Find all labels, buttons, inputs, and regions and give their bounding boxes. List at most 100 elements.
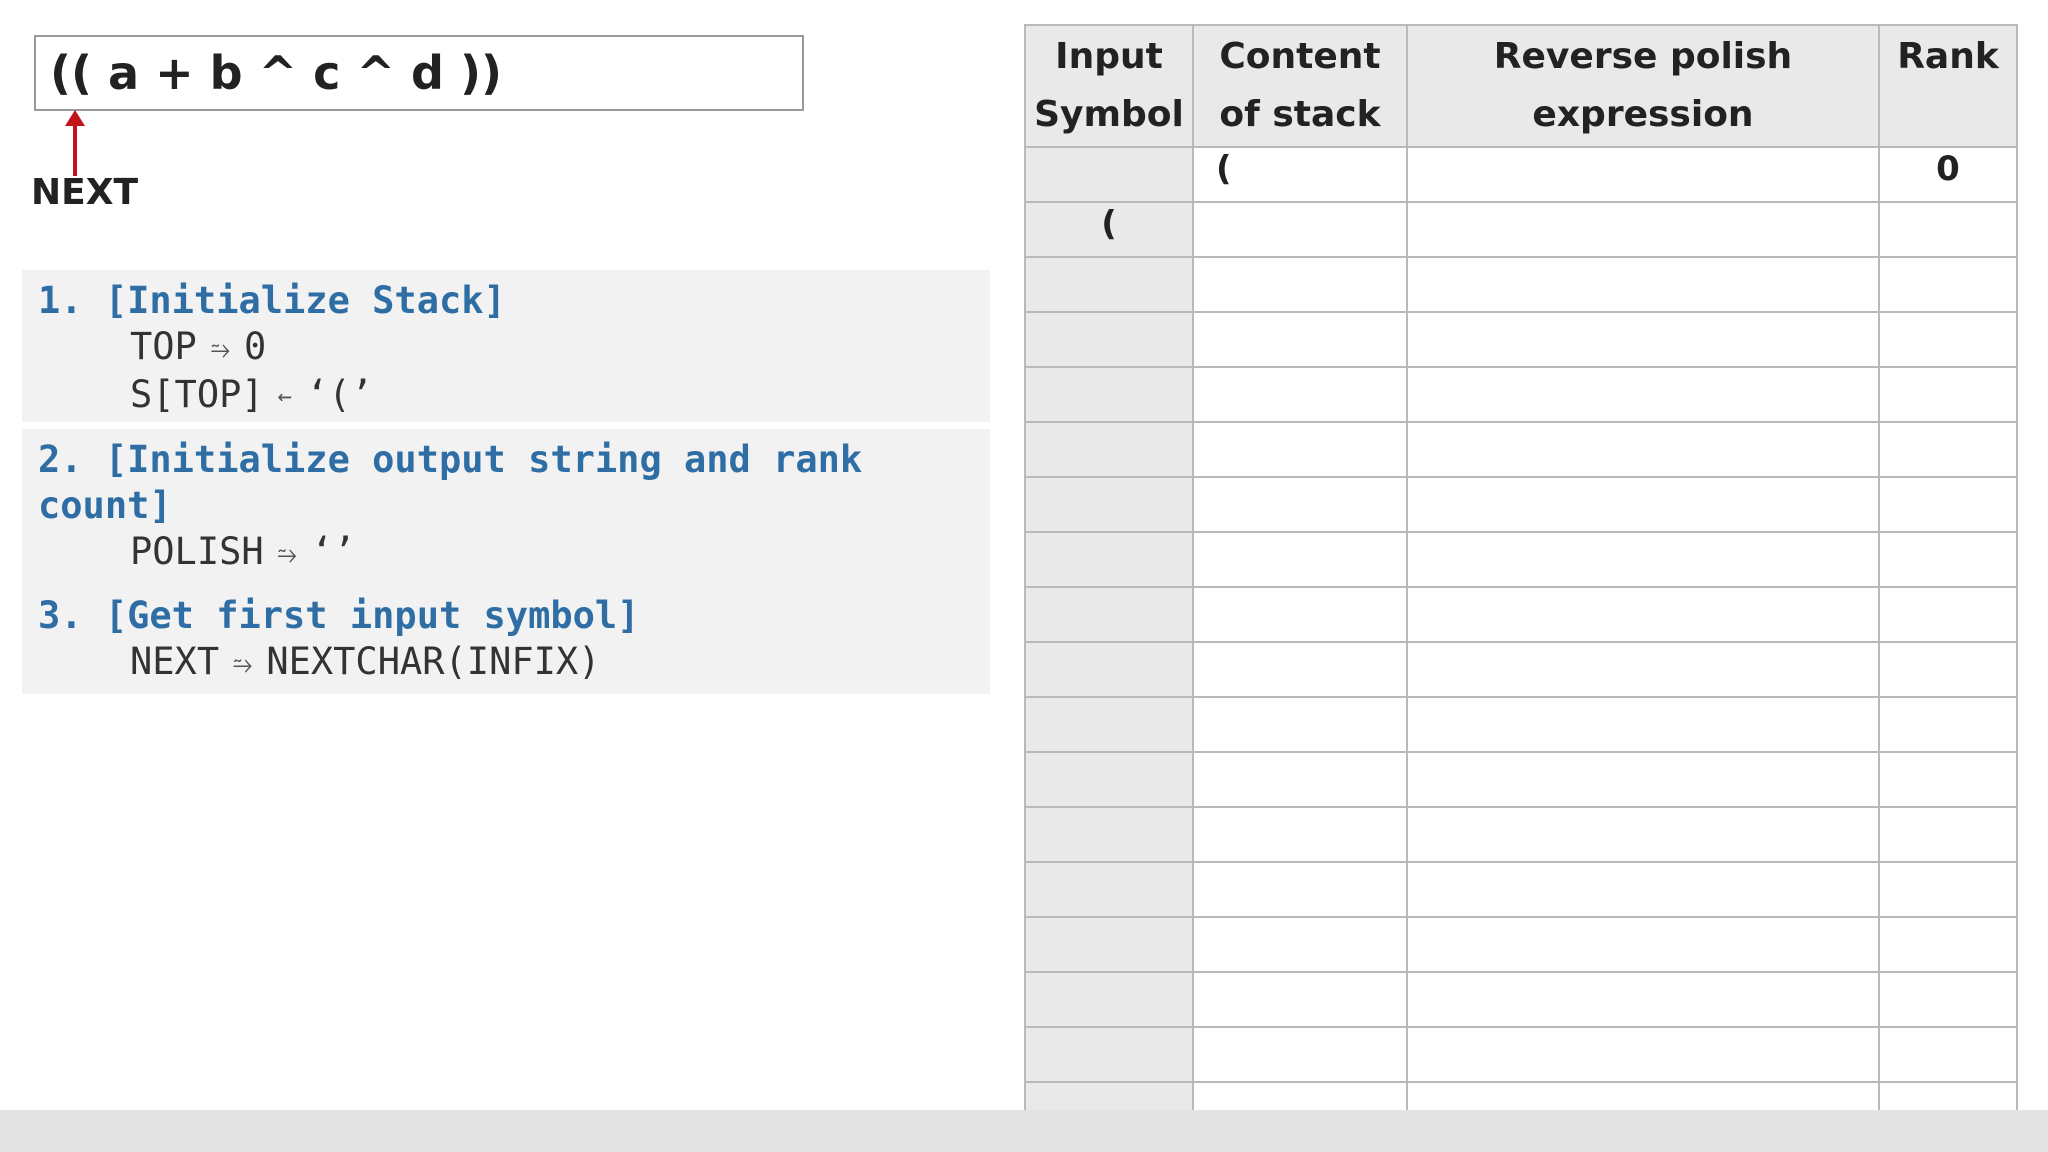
cell-stack-content	[1192, 476, 1408, 533]
cell-stack-content	[1192, 641, 1408, 698]
step-2-polish-var: POLISH	[130, 530, 264, 573]
cell-rank	[1878, 861, 2018, 918]
cell-polish-expression	[1406, 586, 1880, 643]
cell-stack-content: (	[1192, 146, 1408, 203]
table-row	[1024, 256, 2018, 313]
cell-polish-expression	[1406, 861, 1880, 918]
cell-rank	[1878, 256, 2018, 313]
bottom-bar	[0, 1110, 2048, 1152]
cell-rank	[1878, 586, 2018, 643]
cell-input-symbol	[1024, 696, 1194, 753]
cell-input-symbol	[1024, 751, 1194, 808]
cell-input-symbol	[1024, 421, 1194, 478]
cell-polish-expression	[1406, 971, 1880, 1028]
cell-input-symbol	[1024, 806, 1194, 863]
step-1-line-1: TOP ⥲ 0	[38, 324, 974, 372]
table-row	[1024, 971, 2018, 1028]
cell-polish-expression	[1406, 201, 1880, 258]
table-row	[1024, 751, 2018, 808]
header-rank: Rank	[1878, 24, 2018, 148]
cell-polish-expression	[1406, 531, 1880, 588]
cell-input-symbol	[1024, 916, 1194, 973]
cell-rank	[1878, 421, 2018, 478]
cell-stack-content	[1192, 586, 1408, 643]
cell-input-symbol	[1024, 861, 1194, 918]
step-1-heading: 1. [Initialize Stack]	[38, 279, 506, 322]
cell-polish-expression	[1406, 806, 1880, 863]
cell-polish-expression	[1406, 751, 1880, 808]
step-3-next-var: NEXT	[130, 640, 220, 683]
next-pointer-label: NEXT	[31, 172, 139, 213]
cell-stack-content	[1192, 971, 1408, 1028]
table-row	[1024, 861, 2018, 918]
cell-rank	[1878, 531, 2018, 588]
cell-rank	[1878, 366, 2018, 423]
cell-input-symbol	[1024, 256, 1194, 313]
cell-polish-expression	[1406, 476, 1880, 533]
table-row	[1024, 696, 2018, 753]
conversion-table: Input Symbol Content of stack Reverse po…	[1024, 24, 2018, 1138]
cell-polish-expression	[1406, 641, 1880, 698]
cell-rank	[1878, 806, 2018, 863]
assign-arrow-icon: ⥲	[210, 334, 231, 363]
table-row	[1024, 366, 2018, 423]
left-arrow-icon: ←	[277, 382, 293, 410]
cell-stack-content	[1192, 201, 1408, 258]
conversion-table-container: Input Symbol Content of stack Reverse po…	[1024, 24, 2018, 1138]
cell-rank	[1878, 476, 2018, 533]
infix-expression-text: (( a + b ^ c ^ d ))	[50, 46, 503, 100]
cell-polish-expression	[1406, 366, 1880, 423]
table-row: (	[1024, 201, 2018, 258]
step-3-next-value: NEXTCHAR(INFIX)	[266, 640, 601, 683]
table-row	[1024, 806, 2018, 863]
table-header-row: Input Symbol Content of stack Reverse po…	[1024, 24, 2018, 148]
cell-stack-content	[1192, 696, 1408, 753]
step-1-stack-value: ‘(’	[306, 372, 373, 416]
cell-polish-expression	[1406, 311, 1880, 368]
step-2-line-1: POLISH ⥲ ‘’	[38, 529, 974, 577]
next-pointer-arrow-icon	[65, 110, 85, 176]
table-row	[1024, 916, 2018, 973]
step-1-stack-var: S[TOP]	[130, 372, 264, 416]
cell-input-symbol	[1024, 641, 1194, 698]
cell-input-symbol	[1024, 1026, 1194, 1083]
step-1-line-2: S[TOP] ← ‘(’	[38, 372, 974, 420]
step-1-top-value: 0	[244, 325, 267, 368]
step-1-top-var: TOP	[130, 325, 197, 368]
cell-polish-expression	[1406, 696, 1880, 753]
table-row	[1024, 1026, 2018, 1083]
table-row: (0	[1024, 146, 2018, 203]
slide-page: (( a + b ^ c ^ d )) NEXT 1. [Initialize …	[0, 0, 2048, 1152]
cell-polish-expression	[1406, 146, 1880, 203]
cell-stack-content	[1192, 861, 1408, 918]
header-reverse-polish: Reverse polish expression	[1406, 24, 1880, 148]
table-body: (0(	[1024, 146, 2018, 1138]
cell-stack-content	[1192, 1026, 1408, 1083]
table-row	[1024, 531, 2018, 588]
algorithm-step-2: 2. [Initialize output string and rank co…	[22, 429, 990, 585]
cell-input-symbol	[1024, 531, 1194, 588]
step-3-line-1: NEXT ⥲ NEXTCHAR(INFIX)	[38, 639, 974, 687]
assign-arrow-icon: ⥲	[277, 539, 297, 568]
infix-expression-box: (( a + b ^ c ^ d ))	[34, 35, 804, 111]
assign-arrow-icon: ⥲	[233, 649, 253, 678]
cell-input-symbol	[1024, 971, 1194, 1028]
cell-rank	[1878, 201, 2018, 258]
cell-polish-expression	[1406, 256, 1880, 313]
table-row	[1024, 421, 2018, 478]
cell-rank	[1878, 696, 2018, 753]
cell-rank	[1878, 641, 2018, 698]
table-row	[1024, 641, 2018, 698]
cell-stack-content	[1192, 531, 1408, 588]
step-2-polish-value: ‘’	[310, 530, 356, 573]
table-row	[1024, 311, 2018, 368]
cell-stack-content	[1192, 311, 1408, 368]
cell-stack-content	[1192, 366, 1408, 423]
cell-rank	[1878, 1026, 2018, 1083]
algorithm-step-1: 1. [Initialize Stack] TOP ⥲ 0 S[TOP] ← ‘(’	[22, 270, 990, 422]
cell-stack-content	[1192, 421, 1408, 478]
table-row	[1024, 586, 2018, 643]
cell-rank	[1878, 751, 2018, 808]
cell-stack-content	[1192, 751, 1408, 808]
cell-stack-content	[1192, 256, 1408, 313]
